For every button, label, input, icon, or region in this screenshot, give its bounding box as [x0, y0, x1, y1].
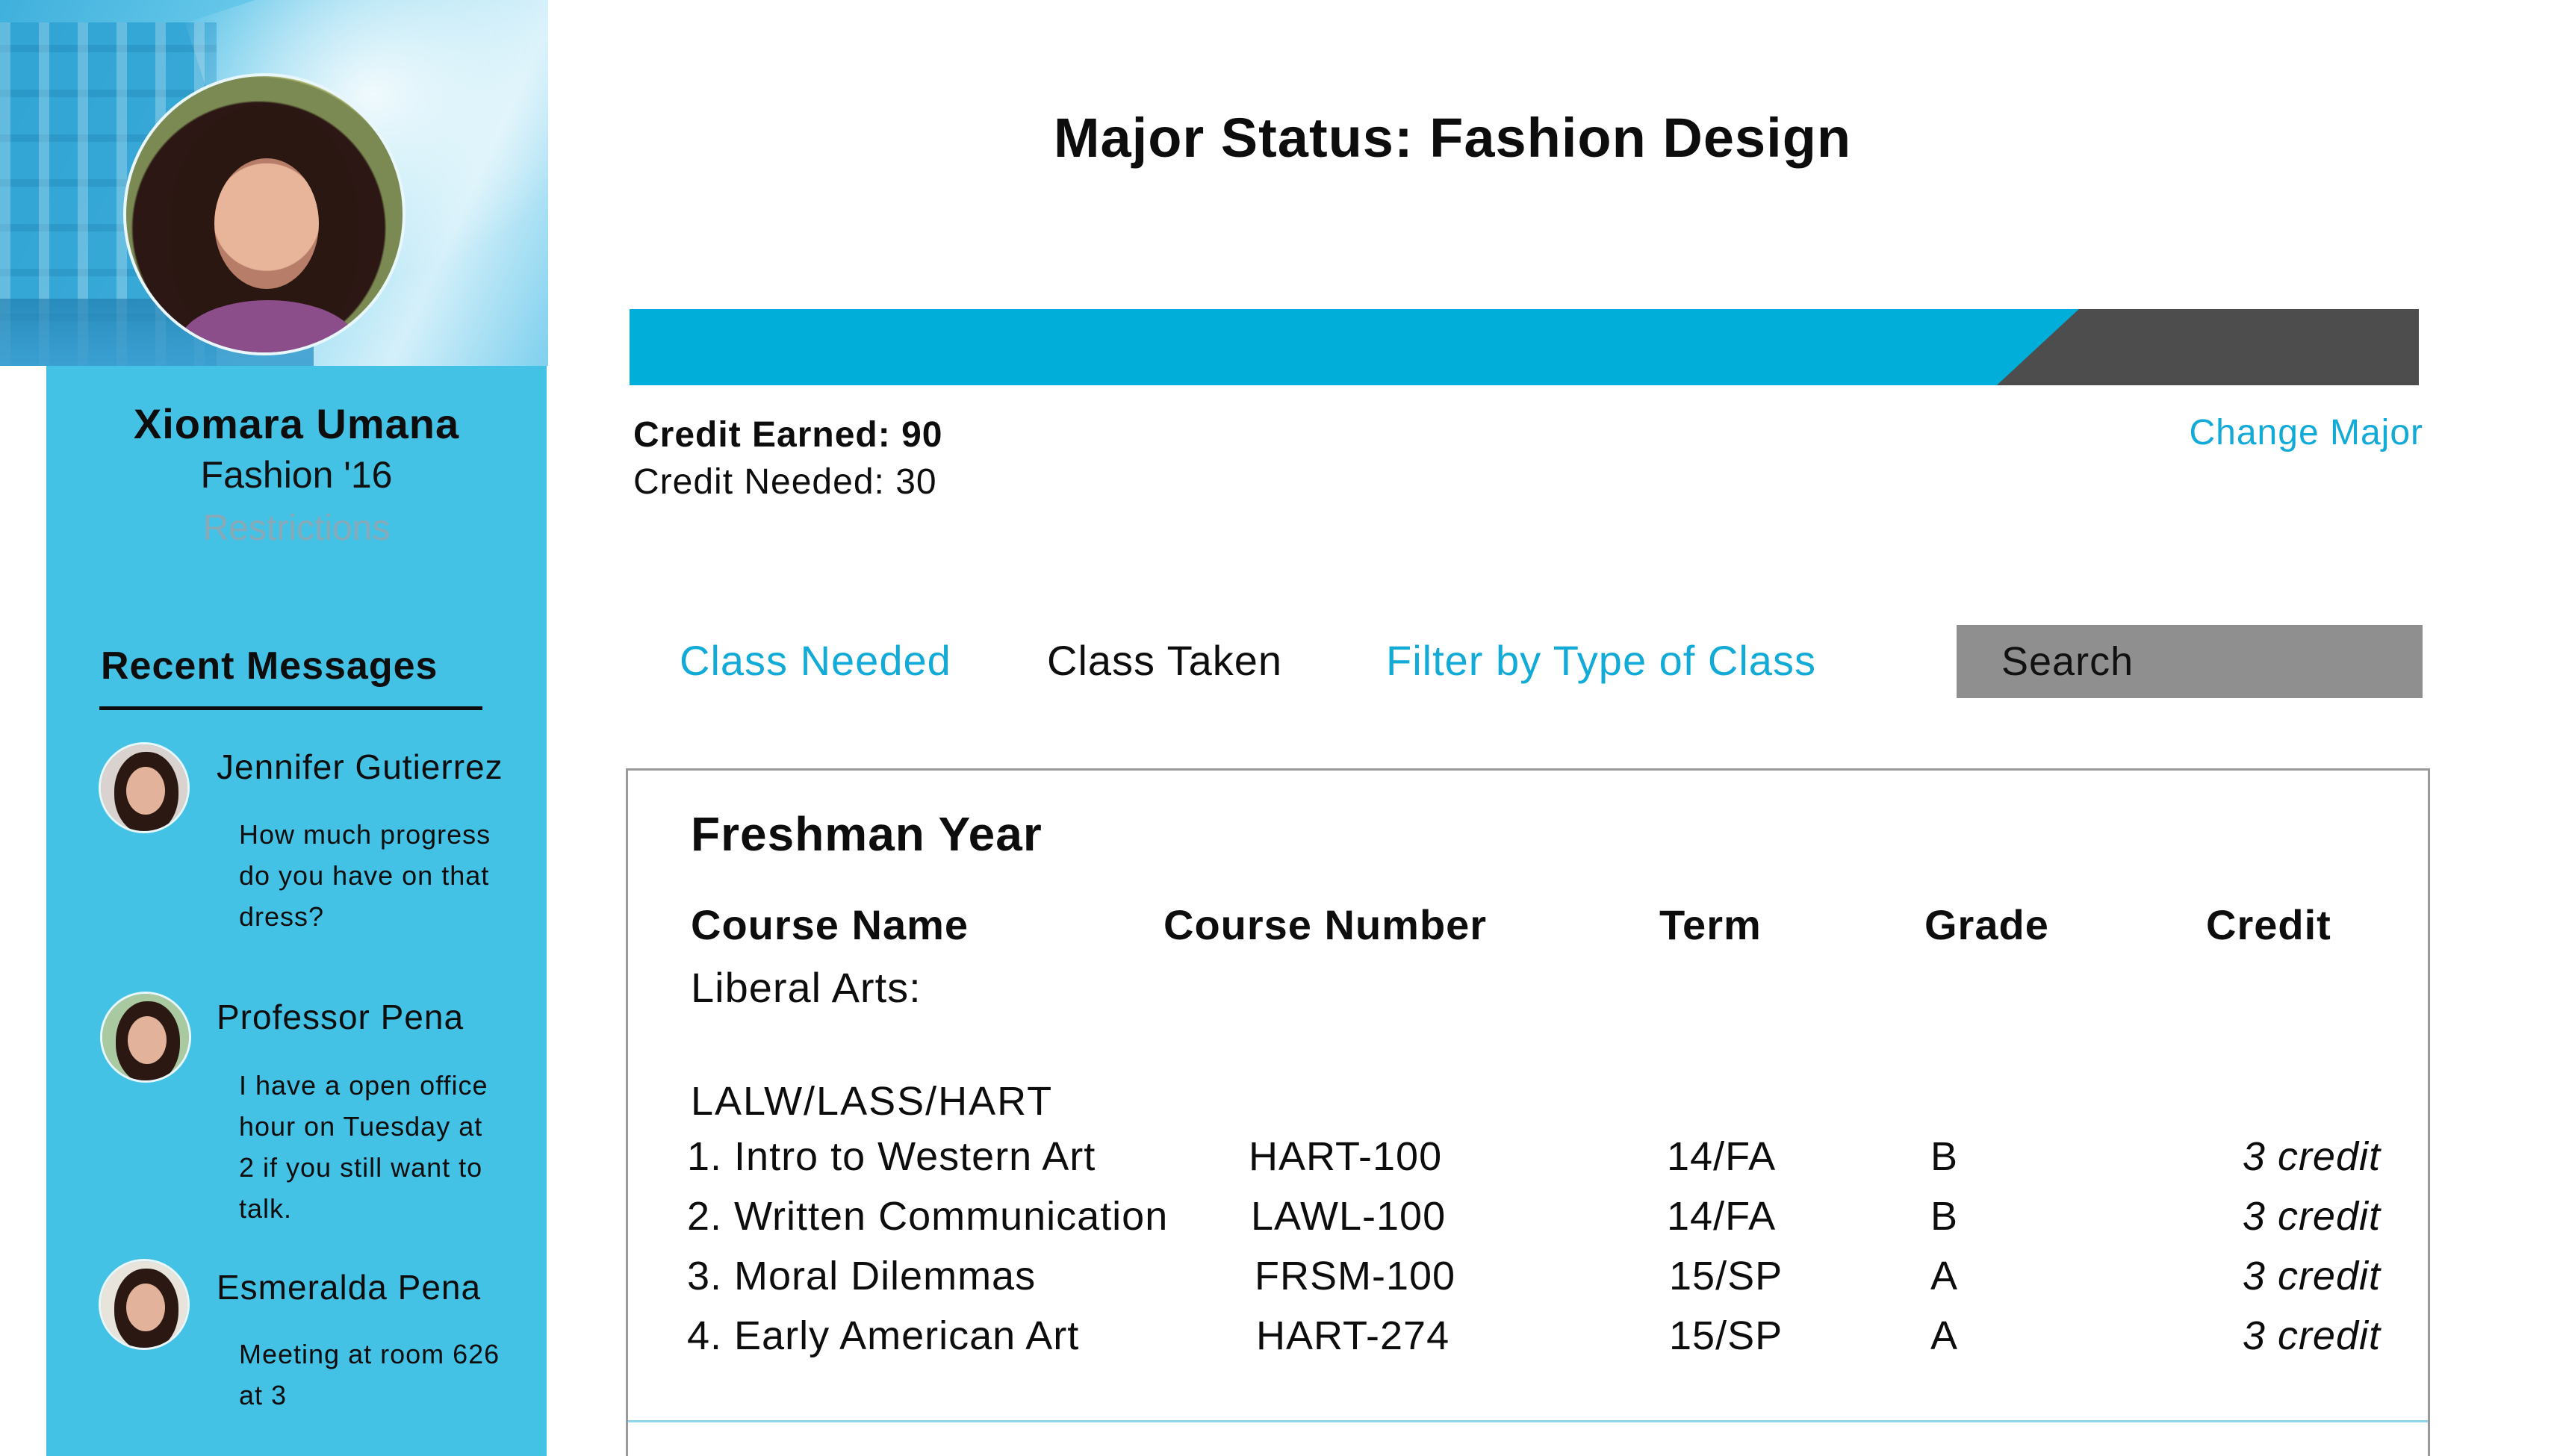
course-name[interactable]: 4. Early American Art — [687, 1313, 1079, 1359]
course-credit: 3 credit — [2242, 1254, 2381, 1298]
column-header-course-name: Course Name — [691, 901, 969, 948]
section-label: Liberal Arts: — [691, 964, 922, 1011]
course-name[interactable]: 2. Written Communication — [687, 1193, 1168, 1239]
page-title: Major Status: Fashion Design — [1053, 107, 1852, 169]
message-line: 2 if you still want to — [239, 1152, 483, 1183]
course-grade: B — [1930, 1194, 1959, 1239]
recent-messages-title: Recent Messages — [101, 644, 438, 688]
column-header-course-number: Course Number — [1163, 901, 1488, 948]
user-name: Xiomara Umana — [133, 400, 460, 447]
filter-by-type-dropdown[interactable]: Filter by Type of Class — [1386, 636, 1816, 685]
credit-progress-bar — [630, 309, 2419, 385]
course-credit: 3 credit — [2242, 1313, 2381, 1358]
message-line: Meeting at room 626 — [239, 1339, 500, 1369]
year-heading: Freshman Year — [691, 807, 1043, 861]
credit-needed: Credit Needed: 30 — [633, 462, 937, 502]
course-number: LAWL-100 — [1251, 1194, 1447, 1239]
message-sender-name[interactable]: Esmeralda Pena — [217, 1267, 481, 1307]
restrictions-link[interactable]: Restrictions — [46, 508, 547, 549]
column-header-term: Term — [1659, 901, 1762, 948]
user-program: Fashion '16 — [200, 454, 393, 496]
search-box — [1957, 625, 2423, 698]
message-line: dress? — [239, 901, 325, 932]
course-term: 15/SP — [1669, 1313, 1783, 1358]
recent-messages-divider — [99, 706, 482, 710]
message-line: do you have on that — [239, 860, 490, 891]
message-avatar-esmeralda[interactable] — [99, 1259, 190, 1350]
message-line: talk. — [239, 1193, 293, 1224]
course-term: 15/SP — [1669, 1254, 1783, 1298]
message-preview[interactable]: How much progress do you have on that dr… — [239, 814, 530, 937]
message-sender-name[interactable]: Jennifer Gutierrez — [217, 747, 503, 787]
column-header-grade: Grade — [1924, 901, 2049, 948]
column-header-credit: Credit — [2206, 901, 2331, 948]
message-line: hour on Tuesday at — [239, 1111, 483, 1142]
course-grade: B — [1930, 1134, 1959, 1179]
credit-progress-fill — [630, 309, 2079, 385]
message-preview[interactable]: Meeting at room 626 at 3 — [239, 1334, 530, 1416]
course-number: FRSM-100 — [1255, 1254, 1456, 1298]
course-term: 14/FA — [1667, 1194, 1777, 1239]
credit-earned: Credit Earned: 90 — [633, 415, 943, 455]
message-line: How much progress — [239, 819, 491, 850]
message-avatar-jennifer[interactable] — [99, 742, 190, 833]
course-credit: 3 credit — [2242, 1134, 2381, 1179]
course-name[interactable]: 3. Moral Dilemmas — [687, 1253, 1036, 1299]
course-group-label: LALW/LASS/HART — [691, 1079, 1054, 1124]
course-number: HART-274 — [1256, 1313, 1450, 1358]
message-line: I have a open office — [239, 1070, 488, 1101]
message-sender-name[interactable]: Professor Pena — [217, 997, 464, 1037]
search-input[interactable] — [1957, 625, 2423, 698]
course-number: HART-100 — [1249, 1134, 1443, 1179]
course-name[interactable]: 1. Intro to Western Art — [687, 1133, 1096, 1180]
tab-class-taken[interactable]: Class Taken — [1047, 636, 1282, 685]
course-credit: 3 credit — [2242, 1194, 2381, 1239]
change-major-link[interactable]: Change Major — [2190, 412, 2424, 453]
message-preview[interactable]: I have a open office hour on Tuesday at … — [239, 1065, 530, 1229]
message-avatar-professor-pena[interactable] — [100, 992, 191, 1083]
profile-avatar[interactable] — [123, 73, 406, 355]
course-grade: A — [1930, 1313, 1959, 1358]
panel-divider — [628, 1420, 2428, 1422]
course-grade: A — [1930, 1254, 1959, 1298]
message-line: at 3 — [239, 1380, 288, 1410]
tab-class-needed[interactable]: Class Needed — [680, 636, 951, 685]
course-term: 14/FA — [1667, 1134, 1777, 1179]
